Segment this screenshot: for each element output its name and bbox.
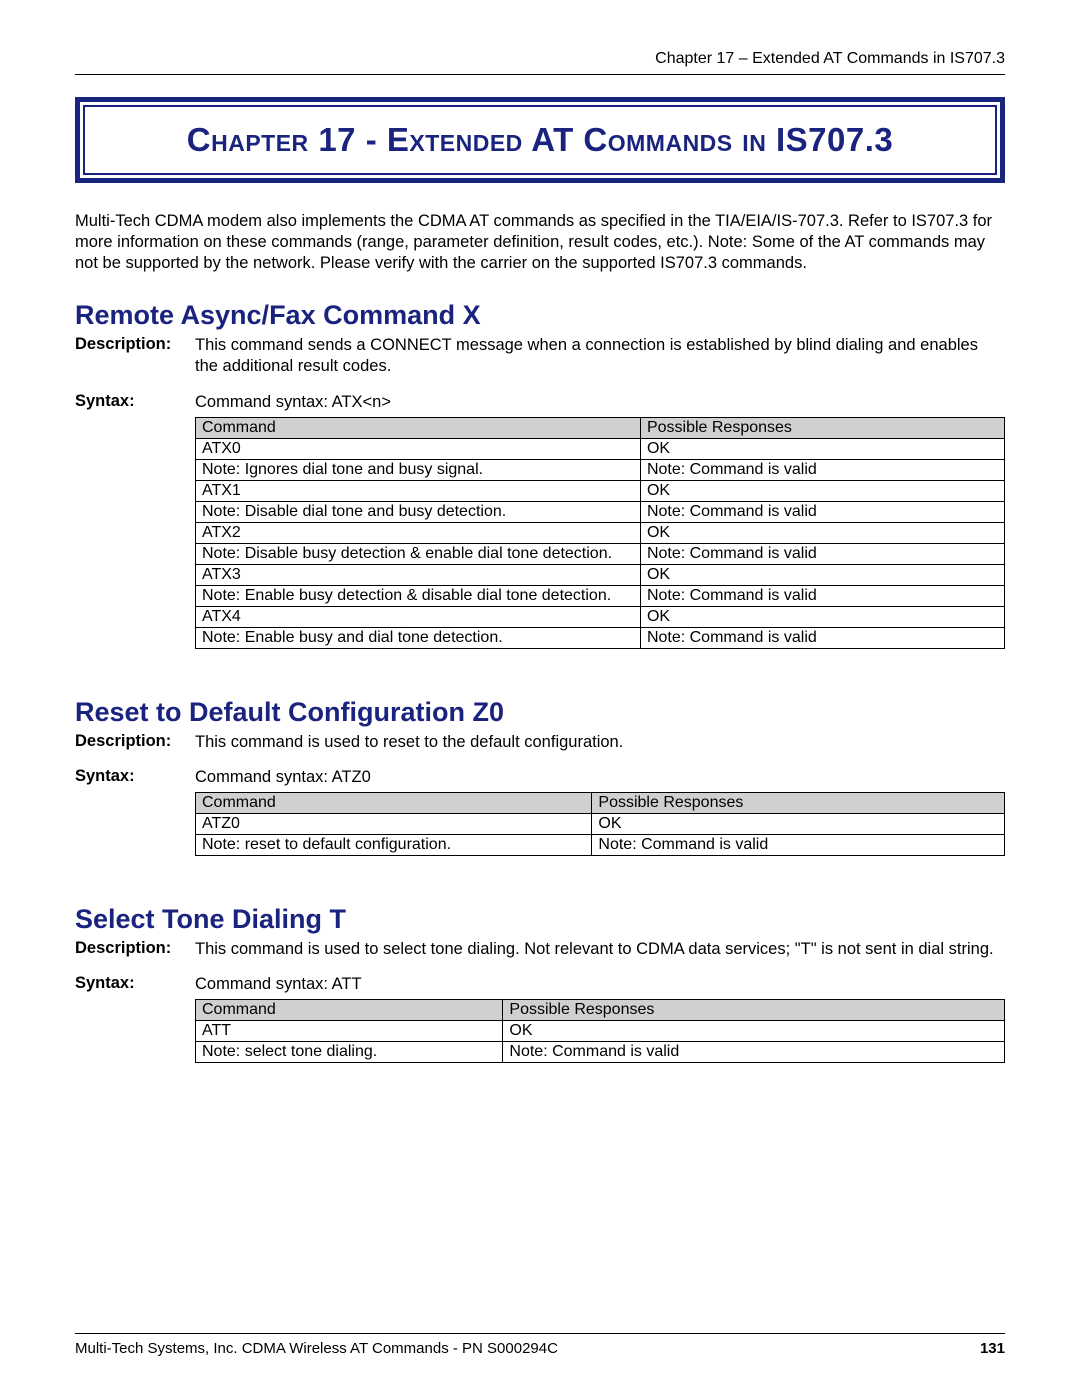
syntax-text: Command syntax: ATT [195, 974, 1005, 995]
sections-container: Remote Async/Fax Command XDescription:Th… [75, 300, 1005, 1063]
cell-response: OK [592, 813, 1005, 834]
chapter-banner: Chapter 17 - Extended AT Commands in IS7… [75, 97, 1005, 183]
cell-response: OK [640, 438, 1004, 459]
description-row: Description:This command is used to sele… [75, 939, 1005, 960]
col-header-responses: Possible Responses [503, 1000, 1005, 1021]
footer-row: Multi-Tech Systems, Inc. CDMA Wireless A… [75, 1340, 1005, 1357]
footer-left: Multi-Tech Systems, Inc. CDMA Wireless A… [75, 1340, 558, 1357]
table-row: ATX1OK [196, 480, 1005, 501]
table-row: Note: Ignores dial tone and busy signal.… [196, 459, 1005, 480]
cell-response: OK [503, 1021, 1005, 1042]
page-number: 131 [980, 1340, 1005, 1357]
syntax-text: Command syntax: ATZ0 [195, 767, 1005, 788]
cell-response: Note: Command is valid [592, 834, 1005, 855]
cell-response: Note: Command is valid [640, 543, 1004, 564]
col-header-command: Command [196, 1000, 503, 1021]
cell-command: ATZ0 [196, 813, 592, 834]
cell-response: OK [640, 522, 1004, 543]
table-row: ATX3OK [196, 564, 1005, 585]
header-rule [75, 74, 1005, 75]
cell-command: Note: Enable busy detection & disable di… [196, 585, 641, 606]
col-header-command: Command [196, 417, 641, 438]
cell-command: ATX1 [196, 480, 641, 501]
chapter-banner-inner: Chapter 17 - Extended AT Commands in IS7… [83, 105, 997, 175]
cell-response: Note: Command is valid [640, 627, 1004, 648]
description-row: Description:This command is used to rese… [75, 732, 1005, 753]
command-section: Remote Async/Fax Command X Description:Th… [75, 300, 1005, 648]
cell-command: ATX3 [196, 564, 641, 585]
cell-command: Note: reset to default configuration. [196, 834, 592, 855]
cell-command: Note: Disable dial tone and busy detecti… [196, 501, 641, 522]
syntax-label: Syntax: [75, 392, 195, 413]
section-title: Remote Async/Fax Command X [75, 300, 1005, 331]
table-header-row: CommandPossible Responses [196, 417, 1005, 438]
command-section: Select Tone Dialing T Description:This co… [75, 904, 1005, 1063]
description-label: Description: [75, 732, 195, 753]
description-label: Description: [75, 939, 195, 960]
cell-command: Note: Enable busy and dial tone detectio… [196, 627, 641, 648]
chapter-title: Chapter 17 - Extended AT Commands in IS7… [103, 121, 977, 159]
command-table: CommandPossible ResponsesATX0OKNote: Ign… [195, 417, 1005, 649]
cell-command: Note: select tone dialing. [196, 1042, 503, 1063]
syntax-label: Syntax: [75, 767, 195, 788]
table-row: ATZ0OK [196, 813, 1005, 834]
table-row: ATX0OK [196, 438, 1005, 459]
description-label: Description: [75, 335, 195, 377]
description-text: This command sends a CONNECT message whe… [195, 335, 1005, 377]
table-row: ATX2OK [196, 522, 1005, 543]
cell-response: Note: Command is valid [503, 1042, 1005, 1063]
syntax-row: Syntax:Command syntax: ATX<n> [75, 392, 1005, 413]
section-title: Reset to Default Configuration Z0 [75, 697, 1005, 728]
section-title: Select Tone Dialing T [75, 904, 1005, 935]
col-header-responses: Possible Responses [592, 792, 1005, 813]
cell-command: Note: Ignores dial tone and busy signal. [196, 459, 641, 480]
table-row: ATX4OK [196, 606, 1005, 627]
syntax-row: Syntax:Command syntax: ATT [75, 974, 1005, 995]
col-header-responses: Possible Responses [640, 417, 1004, 438]
page-footer: Multi-Tech Systems, Inc. CDMA Wireless A… [75, 1333, 1005, 1357]
cell-command: ATX4 [196, 606, 641, 627]
cell-command: Note: Disable busy detection & enable di… [196, 543, 641, 564]
table-header-row: CommandPossible Responses [196, 1000, 1005, 1021]
cell-command: ATT [196, 1021, 503, 1042]
cell-response: Note: Command is valid [640, 501, 1004, 522]
description-row: Description:This command sends a CONNECT… [75, 335, 1005, 377]
table-row: ATTOK [196, 1021, 1005, 1042]
table-row: Note: Disable dial tone and busy detecti… [196, 501, 1005, 522]
cell-response: Note: Command is valid [640, 585, 1004, 606]
command-table: CommandPossible ResponsesATZ0OKNote: res… [195, 792, 1005, 856]
cell-command: ATX0 [196, 438, 641, 459]
page: Chapter 17 – Extended AT Commands in IS7… [0, 0, 1080, 1397]
intro-paragraph: Multi-Tech CDMA modem also implements th… [75, 211, 1005, 274]
cell-response: OK [640, 606, 1004, 627]
cell-command: ATX2 [196, 522, 641, 543]
running-header: Chapter 17 – Extended AT Commands in IS7… [75, 50, 1005, 68]
description-text: This command is used to reset to the def… [195, 732, 1005, 753]
table-row: Note: select tone dialing.Note: Command … [196, 1042, 1005, 1063]
table-row: Note: Enable busy detection & disable di… [196, 585, 1005, 606]
syntax-label: Syntax: [75, 974, 195, 995]
syntax-text: Command syntax: ATX<n> [195, 392, 1005, 413]
table-row: Note: Disable busy detection & enable di… [196, 543, 1005, 564]
cell-response: OK [640, 480, 1004, 501]
cell-response: OK [640, 564, 1004, 585]
command-section: Reset to Default Configuration Z0 Descrip… [75, 697, 1005, 856]
footer-rule [75, 1333, 1005, 1334]
syntax-row: Syntax:Command syntax: ATZ0 [75, 767, 1005, 788]
table-row: Note: reset to default configuration.Not… [196, 834, 1005, 855]
command-table: CommandPossible ResponsesATTOKNote: sele… [195, 999, 1005, 1063]
table-header-row: CommandPossible Responses [196, 792, 1005, 813]
cell-response: Note: Command is valid [640, 459, 1004, 480]
table-row: Note: Enable busy and dial tone detectio… [196, 627, 1005, 648]
col-header-command: Command [196, 792, 592, 813]
description-text: This command is used to select tone dial… [195, 939, 1005, 960]
